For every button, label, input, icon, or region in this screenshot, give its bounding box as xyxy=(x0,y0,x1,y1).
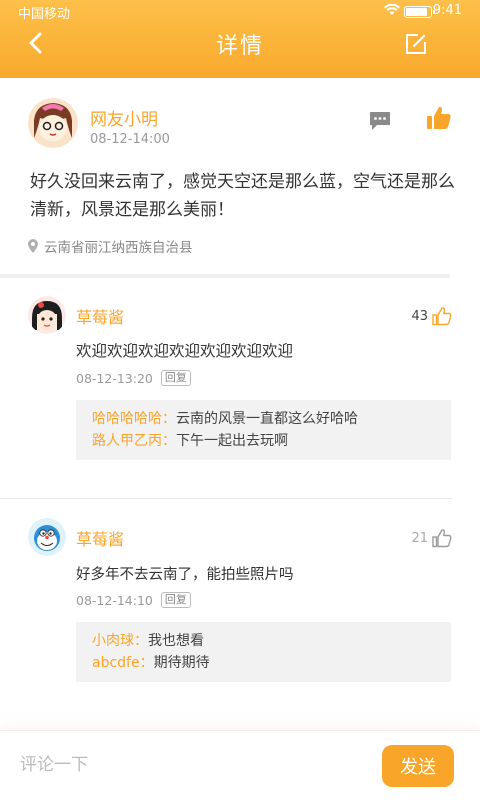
comment-meta: 08-12-13:20 回复 xyxy=(76,370,191,386)
like-count: 21 xyxy=(411,530,428,546)
reply-author[interactable]: 小肉球： xyxy=(92,633,148,649)
edit-icon[interactable] xyxy=(404,32,428,56)
comment-input[interactable] xyxy=(20,745,360,785)
comment-author[interactable]: 草莓酱 xyxy=(76,304,124,328)
post-content: 好久没回来云南了，感觉天空还是那么蓝，空气还是那么清新，风景还是那么美丽！ xyxy=(30,172,455,220)
status-bar: 中国移动 9:41 xyxy=(0,0,480,22)
reply-item: 小肉球：我也想看 xyxy=(92,630,435,652)
reply-author[interactable]: abcdfe： xyxy=(92,655,154,671)
reply-text: 期待期待 xyxy=(153,655,210,671)
comment-item: 草莓酱 43 欢迎欢迎欢迎欢迎欢迎欢迎欢迎 08-12-13:20 回复 哈哈哈… xyxy=(0,278,480,498)
location-text: 云南省丽江纳西族自治县 xyxy=(44,240,193,256)
comment-text: 欢迎欢迎欢迎欢迎欢迎欢迎欢迎 xyxy=(76,342,294,360)
comment-time: 08-12-13:20 xyxy=(76,370,153,386)
avatar[interactable] xyxy=(28,296,66,334)
reply-button[interactable]: 回复 xyxy=(160,370,191,386)
comment-bar: 发送 xyxy=(0,730,480,800)
comment-meta: 08-12-14:10 回复 xyxy=(76,592,191,608)
header: 中国移动 9:41 详情 xyxy=(0,0,480,78)
avatar[interactable] xyxy=(28,518,66,556)
comment-time: 08-12-14:10 xyxy=(76,592,153,608)
comment-author[interactable]: 草莓酱 xyxy=(76,526,124,550)
carrier-label: 中国移动 xyxy=(18,7,71,22)
author-name[interactable]: 网友小明 xyxy=(90,105,158,130)
reply-item: abcdfe：期待期待 xyxy=(92,652,435,674)
wifi-icon xyxy=(384,4,400,15)
thumbs-up-outline-icon xyxy=(432,529,452,548)
post-time: 08-12-14:00 xyxy=(90,132,170,147)
post: 网友小明 08-12-14:00 好久没回来云南了，感觉天空还是那么蓝，空气还是… xyxy=(0,78,480,276)
location-icon xyxy=(28,239,38,253)
reply-text: 云南的风景一直都这么好哈哈 xyxy=(176,411,358,427)
reply-text: 下午一起出去玩啊 xyxy=(176,433,288,449)
reply-list: 小肉球：我也想看 abcdfe：期待期待 xyxy=(76,622,451,682)
comment-text: 好多年不去云南了，能拍些照片吗 xyxy=(76,567,294,583)
reply-author[interactable]: 哈哈哈哈哈： xyxy=(92,411,176,427)
comment-like[interactable]: 43 xyxy=(411,306,452,326)
thumbs-up-icon[interactable] xyxy=(426,105,452,131)
clock: 9:41 xyxy=(432,3,462,18)
reply-item: 哈哈哈哈哈：云南的风景一直都这么好哈哈 xyxy=(92,408,435,430)
divider xyxy=(0,498,452,499)
comment-item: 草莓酱 21 好多年不去云南了，能拍些照片吗 08-12-14:10 回复 小肉… xyxy=(0,500,480,720)
message-icon[interactable] xyxy=(368,110,392,132)
thumbs-up-outline-icon xyxy=(432,307,452,326)
avatar[interactable] xyxy=(28,98,78,148)
reply-author[interactable]: 路人甲乙丙： xyxy=(92,433,176,449)
location: 云南省丽江纳西族自治县 xyxy=(28,236,193,256)
comment-like[interactable]: 21 xyxy=(411,528,452,548)
reply-text: 我也想看 xyxy=(148,633,204,649)
send-button[interactable]: 发送 xyxy=(382,745,454,787)
reply-item: 路人甲乙丙：下午一起出去玩啊 xyxy=(92,430,435,452)
reply-button[interactable]: 回复 xyxy=(160,592,191,608)
reply-list: 哈哈哈哈哈：云南的风景一直都这么好哈哈 路人甲乙丙：下午一起出去玩啊 xyxy=(76,400,451,460)
battery-icon xyxy=(404,6,435,18)
like-count: 43 xyxy=(411,308,428,324)
